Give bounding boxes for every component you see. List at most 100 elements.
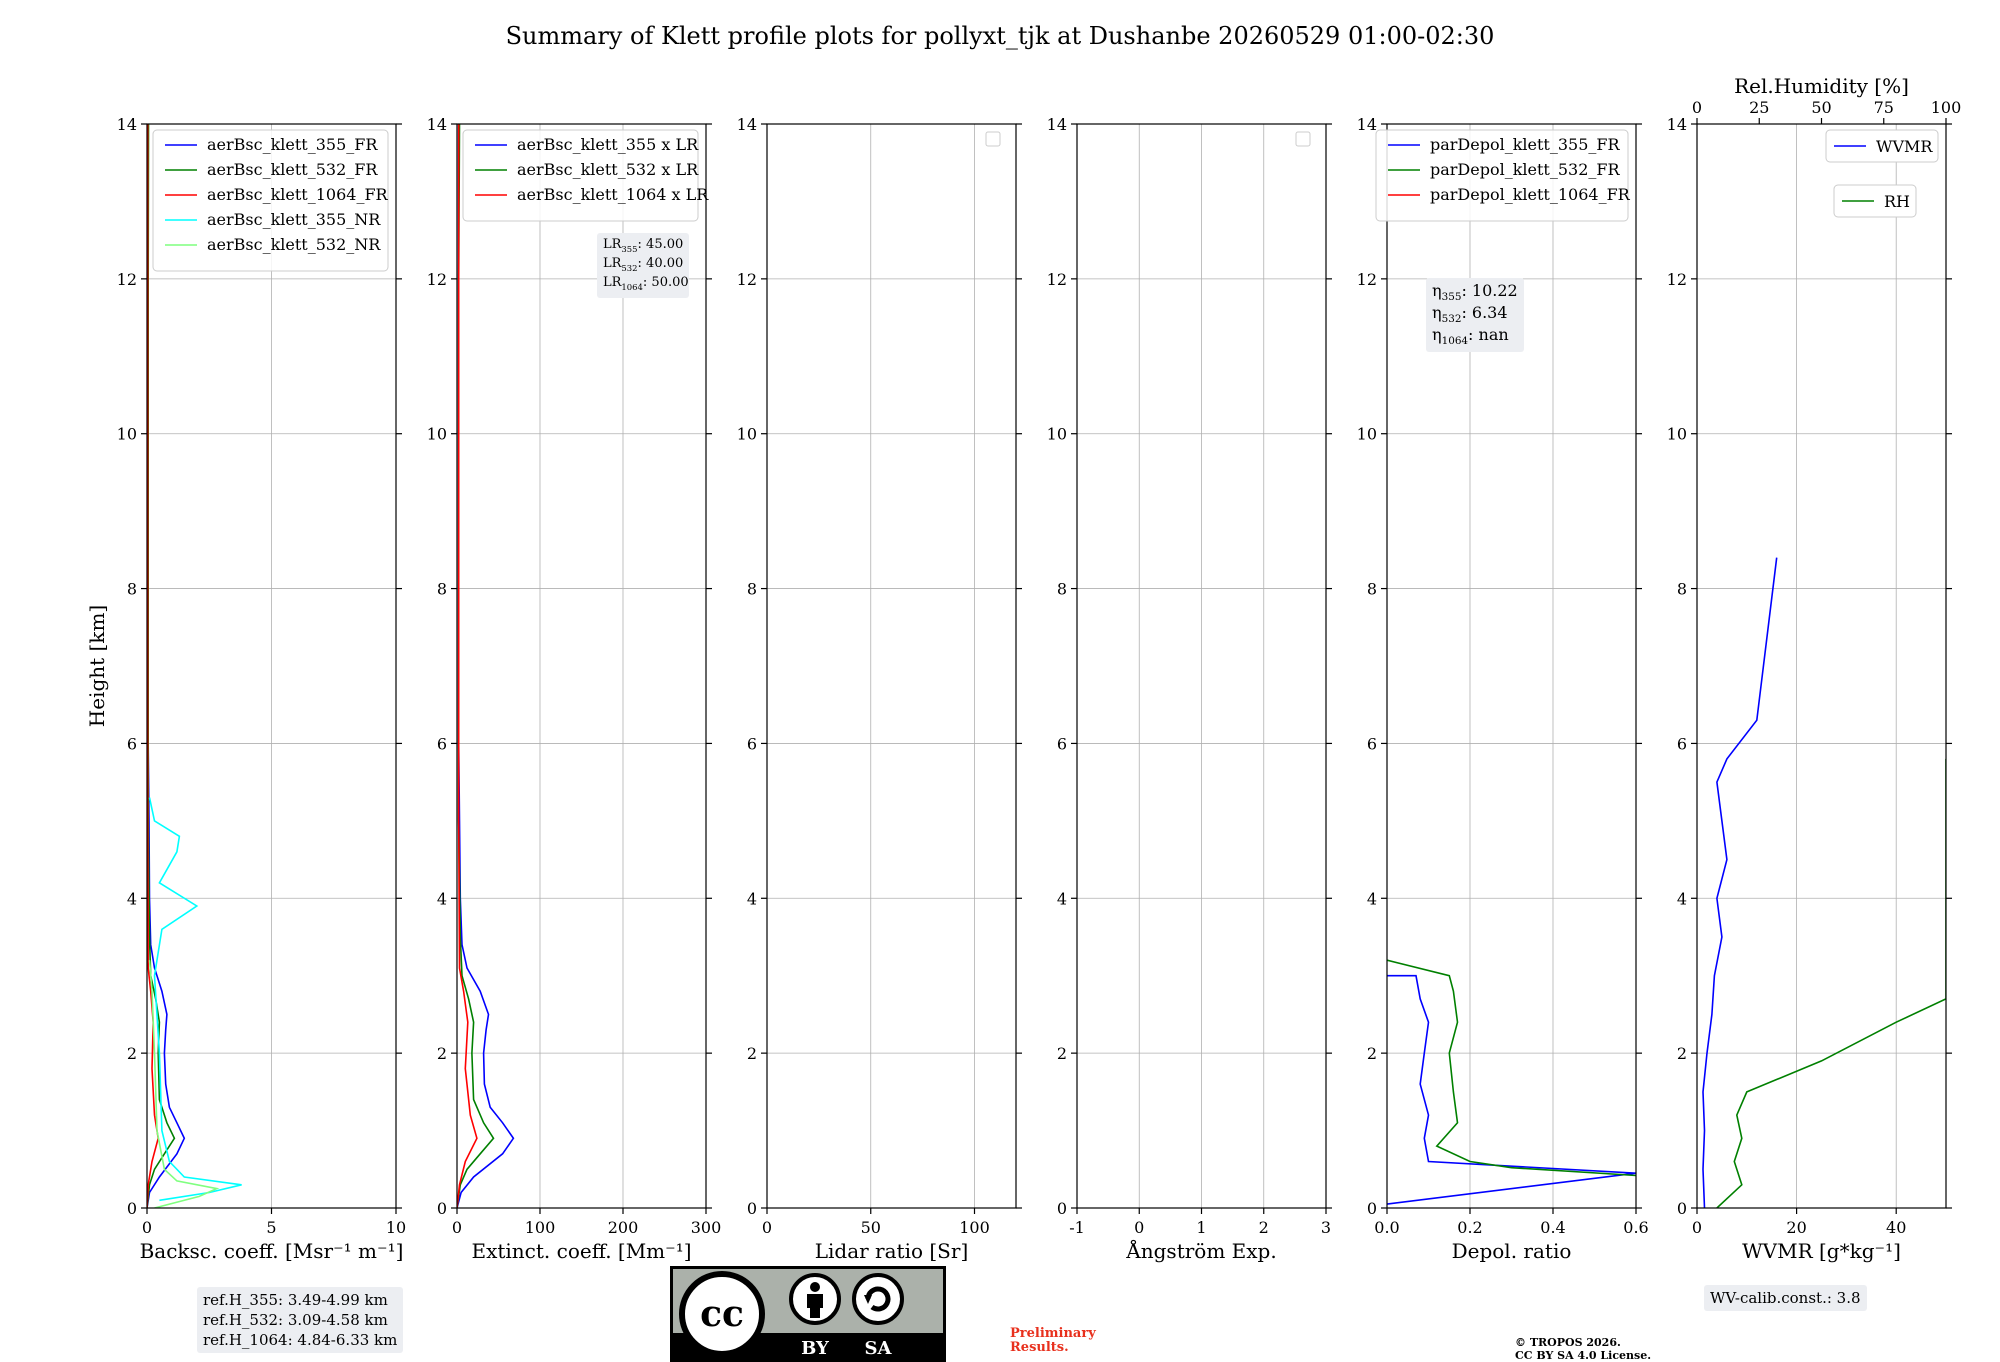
series-line-parDepol_klett_355_FR	[1387, 974, 1636, 1205]
x-tick-label: 1	[1196, 1218, 1206, 1237]
y-tick-label: 12	[737, 270, 757, 289]
top-x-tick-label: 75	[1874, 98, 1894, 117]
y-tick-label: 8	[127, 580, 137, 599]
x-tick-label: 10	[386, 1218, 406, 1237]
x-tick-label: 0	[142, 1218, 152, 1237]
figure: Summary of Klett profile plots for polly…	[0, 0, 2000, 1362]
x-tick-label: 0	[1134, 1218, 1144, 1237]
legend-label: aerBsc_klett_1064 x LR	[517, 185, 709, 204]
y-tick-label: 6	[747, 734, 757, 753]
x-tick-label: 100	[959, 1218, 990, 1237]
legend-label: aerBsc_klett_532 x LR	[517, 160, 699, 179]
x-axis-label: Backsc. coeff. [Msr⁻¹ m⁻¹]	[140, 1239, 404, 1263]
x-tick-label: 0	[452, 1218, 462, 1237]
x-tick-label: 0.2	[1457, 1218, 1482, 1237]
y-tick-label: 4	[747, 889, 757, 908]
x-tick-label: 20	[1786, 1218, 1806, 1237]
y-tick-label: 14	[427, 115, 447, 134]
legend-label: aerBsc_klett_532_NR	[207, 235, 381, 254]
y-tick-label: 14	[117, 115, 137, 134]
chart-panel-6: 0 20 40 0 2 4 6 8 10 12 14 WVMR [g*kg⁻¹] 0 25 50 75 100 R…	[1667, 74, 1962, 1263]
axes-frame	[1696, 123, 1947, 1209]
x-tick-label: 200	[608, 1218, 639, 1237]
annotation-text: LR355: 45.00	[603, 237, 683, 254]
legend-label: RH	[1884, 192, 1910, 211]
legend-label: aerBsc_klett_355 x LR	[517, 135, 699, 154]
y-tick-label: 2	[1367, 1044, 1377, 1063]
legend-label: parDepol_klett_1064_FR	[1430, 185, 1631, 204]
y-tick-label: 6	[1677, 734, 1687, 753]
y-tick-label: 2	[1057, 1044, 1067, 1063]
top-x-tick-label: 0	[1692, 98, 1702, 117]
y-tick-label: 4	[1367, 889, 1377, 908]
x-axis-label: Lidar ratio [Sr]	[815, 1239, 969, 1263]
y-tick-label: 8	[1367, 580, 1377, 599]
x-tick-label: 0.4	[1540, 1218, 1565, 1237]
y-axis-label: Height [km]	[85, 605, 109, 727]
x-tick-label: -1	[1069, 1218, 1085, 1237]
series-line-aerBsc_klett_532 x LR	[457, 124, 495, 1208]
y-tick-label: 10	[1357, 425, 1377, 444]
y-tick-label: 8	[437, 580, 447, 599]
top-x-tick-label: 100	[1931, 98, 1962, 117]
empty-legend-box	[1295, 131, 1311, 147]
copyright-notice: © TROPOS 2026. CC BY SA 4.0 License.	[1515, 1336, 1651, 1362]
top-x-tick-label: 25	[1749, 98, 1769, 117]
wv-calibration-box: WV-calib.const.: 3.8	[1704, 1285, 1867, 1311]
y-tick-label: 10	[117, 425, 137, 444]
series-line-aerBsc_klett_1064 x LR	[457, 124, 478, 1208]
x-axis-label: Depol. ratio	[1452, 1239, 1572, 1263]
annotation-text: LR532: 40.00	[603, 256, 683, 273]
x-axis-label: Extinct. coeff. [Mm⁻¹]	[471, 1239, 691, 1263]
sa-share-icon	[852, 1273, 904, 1325]
y-tick-label: 14	[1667, 115, 1687, 134]
legend-label: aerBsc_klett_532_FR	[207, 160, 378, 179]
chart-panel-1: 0 5 10 0 2 4 6 8 10 12 14 Backsc. coeff. [Msr⁻¹ m⁻¹…	[117, 115, 407, 1263]
reference-height-532: ref.H_532: 3.09-4.58 km	[203, 1311, 388, 1329]
y-tick-label: 4	[1677, 889, 1687, 908]
y-tick-label: 6	[1367, 734, 1377, 753]
x-tick-label: 0.0	[1374, 1218, 1399, 1237]
y-tick-label: 6	[1057, 734, 1067, 753]
copyright-line-2: CC BY SA 4.0 License.	[1515, 1349, 1652, 1362]
x-tick-label: 40	[1886, 1218, 1906, 1237]
x-tick-label: 0	[1692, 1218, 1702, 1237]
y-tick-label: 8	[1677, 580, 1687, 599]
y-tick-label: 12	[1667, 270, 1687, 289]
legend-label: parDepol_klett_532_FR	[1430, 160, 1621, 179]
x-tick-label: 2	[1259, 1218, 1269, 1237]
y-tick-label: 4	[1057, 889, 1067, 908]
legend-label: aerBsc_klett_355_NR	[207, 210, 381, 229]
y-tick-label: 14	[737, 115, 757, 134]
y-tick-label: 0	[1677, 1199, 1687, 1218]
x-tick-label: 100	[525, 1218, 556, 1237]
sa-label: SA	[865, 1338, 893, 1359]
wv-calibration-constant: WV-calib.const.: 3.8	[1710, 1289, 1861, 1307]
creative-commons-by-sa-badge: cc BY SA	[670, 1266, 946, 1362]
legend-label: parDepol_klett_355_FR	[1430, 135, 1621, 154]
reference-heights-box: ref.H_355: 3.49-4.99 km ref.H_532: 3.09-…	[197, 1287, 404, 1353]
y-tick-label: 14	[1047, 115, 1067, 134]
reference-height-1064: ref.H_1064: 4.84-6.33 km	[203, 1331, 398, 1349]
x-axis-label: Ångström Exp.	[1125, 1238, 1276, 1263]
preliminary-line-2: Results.	[1010, 1340, 1069, 1355]
series-line-RH	[1716, 758, 1946, 1208]
y-tick-label: 12	[117, 270, 137, 289]
x-tick-label: 5	[266, 1218, 276, 1237]
y-tick-label: 12	[1047, 270, 1067, 289]
y-tick-label: 0	[437, 1199, 447, 1218]
y-tick-label: 6	[437, 734, 447, 753]
series-line-parDepol_klett_532_FR	[1387, 959, 1636, 1177]
y-tick-label: 4	[127, 889, 137, 908]
y-tick-label: 0	[127, 1199, 137, 1218]
chart-panel-5: 0.0 0.2 0.4 0.6 0 2 4 6 8 10 12 14 Depol. ratio parDe…	[1357, 115, 1649, 1263]
legend-label: aerBsc_klett_1064_FR	[207, 185, 389, 204]
y-tick-label: 8	[1057, 580, 1067, 599]
preliminary-notice: Preliminary Results.	[1010, 1327, 1096, 1355]
y-tick-label: 14	[1357, 115, 1377, 134]
chart-panel-2: 0 100 200 300 0 2 4 6 8 10 12 14 Extinct. coeff. [Mm…	[427, 115, 722, 1263]
y-tick-label: 0	[1367, 1199, 1377, 1218]
y-tick-label: 4	[437, 889, 447, 908]
y-tick-label: 2	[127, 1044, 137, 1063]
x-axis-label: WVMR [g*kg⁻¹]	[1742, 1239, 1901, 1263]
